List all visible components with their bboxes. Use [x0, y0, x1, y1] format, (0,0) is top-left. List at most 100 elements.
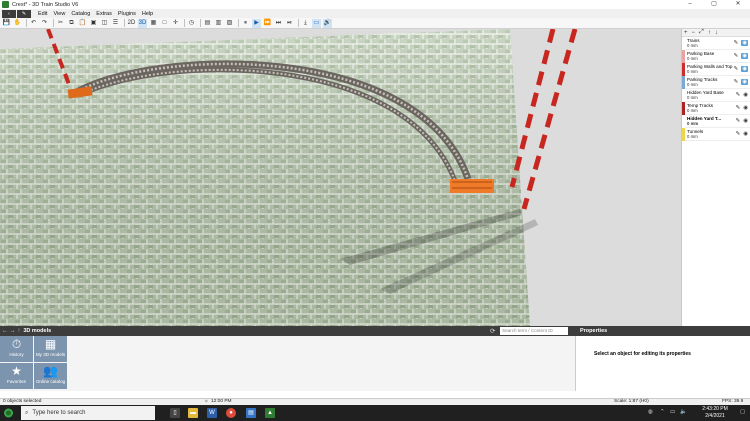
pin-icon[interactable]: ✎: [734, 53, 739, 59]
menu-nav: ‹ ✎: [2, 9, 31, 18]
taskbar-search-input[interactable]: ⌕ Type here to search: [21, 406, 155, 420]
move-down-icon[interactable]: ↓: [715, 30, 718, 36]
menu-view[interactable]: View: [50, 11, 68, 17]
chrome-icon[interactable]: ●: [226, 408, 236, 418]
move-up-icon[interactable]: ↑: [708, 30, 711, 36]
pin-icon[interactable]: ✎: [736, 131, 741, 137]
menu-catalog[interactable]: Catalog: [68, 11, 93, 17]
terrain-icon[interactable]: ▥: [214, 19, 223, 28]
layer-row[interactable]: Parking Base 0 mm ✎ ◉: [682, 50, 750, 63]
menu-extras[interactable]: Extras: [93, 11, 115, 17]
layer-row[interactable]: Hidden Yard T... 0 mm ✎ ◉: [682, 115, 750, 128]
view-2d-button[interactable]: 2D: [127, 19, 136, 28]
paste-icon[interactable]: 📋: [78, 19, 87, 28]
start-icon[interactable]: [2, 408, 15, 418]
cut-icon[interactable]: ✂: [56, 19, 65, 28]
word-icon[interactable]: W: [207, 408, 217, 418]
catalog-tile-my-models[interactable]: ▦ My 3D models: [34, 336, 67, 362]
play-icon[interactable]: ▶: [252, 18, 261, 28]
menu-edit[interactable]: Edit: [35, 11, 50, 17]
visibility-eye-icon[interactable]: ◉: [743, 105, 748, 111]
crosshair-icon[interactable]: ✛: [171, 19, 180, 28]
skip-icon[interactable]: ⏭: [274, 19, 283, 28]
catalog-tile-online[interactable]: 👥 Online catalog: [34, 363, 67, 389]
title-bar: Crest* - 3D Train Studio V6 – ▢ ✕: [0, 0, 750, 9]
back-button[interactable]: ‹: [2, 9, 16, 18]
catalog-search-input[interactable]: Search term / Content ID: [500, 327, 568, 335]
layer-row[interactable]: Trains 0 mm ✎ ◉: [682, 37, 750, 50]
visibility-eye-icon[interactable]: ◉: [743, 131, 748, 137]
grid-icon[interactable]: ▦: [149, 19, 158, 28]
train-studio-taskbar-icon[interactable]: ▲: [265, 408, 275, 418]
menu-plugins[interactable]: Plugins: [115, 11, 139, 17]
notification-icon[interactable]: ▢: [740, 409, 745, 415]
layout-icon[interactable]: ▤: [203, 19, 212, 28]
view-3d-button[interactable]: 3D: [138, 18, 147, 28]
layer-actions: ✎ ◉: [734, 79, 748, 85]
3d-viewport[interactable]: [0, 29, 681, 326]
redo-icon[interactable]: ↷: [40, 19, 49, 28]
copy-icon[interactable]: ⧉: [67, 19, 76, 28]
maximize-button[interactable]: ▢: [702, 0, 726, 9]
file-explorer-icon[interactable]: ▬: [188, 408, 198, 418]
calculator-icon[interactable]: ▤: [246, 408, 256, 418]
layer-row[interactable]: Hidden Yard Base 0 mm ✎ ◉: [682, 89, 750, 102]
fast-forward-icon[interactable]: ⏩: [263, 19, 272, 28]
add-layer-icon[interactable]: +: [684, 30, 688, 36]
catalog-tile-favorites[interactable]: ★ Favorites: [0, 363, 33, 389]
catalog-tile-label: Favorites: [7, 379, 26, 384]
visibility-eye-icon[interactable]: ◉: [743, 118, 748, 124]
ungroup-icon[interactable]: ◫: [100, 19, 109, 28]
clock-icon[interactable]: ◷: [187, 19, 196, 28]
layer-color-swatch: [682, 128, 685, 141]
refresh-icon[interactable]: ⟳: [490, 327, 495, 335]
edit-mode-button[interactable]: ✎: [17, 9, 31, 18]
undo-icon[interactable]: ↶: [29, 19, 38, 28]
pin-icon[interactable]: ✎: [736, 105, 741, 111]
taskbar-clock[interactable]: 2:43:20 PM 2/4/2021: [695, 406, 735, 420]
box-icon[interactable]: □: [160, 19, 169, 28]
sound-icon[interactable]: 🔊: [323, 18, 332, 28]
remove-layer-icon[interactable]: −: [692, 30, 696, 36]
expand-icon[interactable]: ⤢: [699, 29, 704, 36]
layer-actions: ✎ ◉: [736, 92, 748, 98]
list-icon[interactable]: ☰: [111, 19, 120, 28]
close-button[interactable]: ✕: [726, 0, 750, 9]
skip-end-icon[interactable]: ⏯: [285, 19, 294, 28]
grid-icon: ▦: [44, 337, 57, 351]
visibility-eye-icon[interactable]: ◉: [743, 92, 748, 98]
tray-volume-icon[interactable]: 🔈: [680, 409, 687, 415]
layer-actions: ✎ ◉: [736, 105, 748, 111]
visibility-eye-icon[interactable]: ◉: [741, 66, 748, 72]
layer-row[interactable]: Temp Tracks 0 mm ✎ ◉: [682, 102, 750, 115]
save-icon[interactable]: 💾: [2, 19, 11, 28]
layer-row[interactable]: Parking Walls and Top 0 mm ✎ ◉: [682, 63, 750, 76]
pause-icon[interactable]: ⏸: [241, 19, 250, 28]
tray-chevron-icon[interactable]: ⌃: [660, 409, 665, 415]
layer-row[interactable]: Parking Tracks 0 mm ✎ ◉: [682, 76, 750, 89]
minimize-button[interactable]: –: [678, 0, 702, 9]
task-view-icon[interactable]: ▯: [170, 408, 180, 418]
visibility-eye-icon[interactable]: ◉: [741, 40, 748, 46]
layer-row[interactable]: Tunnels 0 mm ✎ ◉: [682, 128, 750, 141]
catalog-tile-history[interactable]: ⏱ History: [0, 336, 33, 362]
visibility-eye-icon[interactable]: ◉: [741, 79, 748, 85]
pin-icon[interactable]: ✎: [734, 40, 739, 46]
group-icon[interactable]: ▣: [89, 19, 98, 28]
image-icon[interactable]: ▧: [225, 19, 234, 28]
visibility-eye-icon[interactable]: ◉: [741, 53, 748, 59]
download-icon[interactable]: ⤓: [301, 19, 310, 28]
pin-icon[interactable]: ✎: [734, 66, 739, 72]
catalog-nav-icon[interactable]: ← → ↑: [2, 328, 20, 334]
catalog-tile-label: Online catalog: [35, 379, 66, 384]
signal-panel-icon[interactable]: ▭: [312, 18, 321, 28]
menu-help[interactable]: Help: [139, 11, 156, 17]
pin-icon[interactable]: ✎: [736, 92, 741, 98]
taskbar-search-placeholder: Type here to search: [32, 410, 86, 416]
window-controls: – ▢ ✕: [678, 0, 750, 9]
pin-icon[interactable]: ✎: [734, 79, 739, 85]
hand-icon[interactable]: ✋: [13, 19, 22, 28]
tray-status-icon[interactable]: ◍: [648, 409, 653, 415]
tray-network-icon[interactable]: ▭: [670, 409, 675, 415]
pin-icon[interactable]: ✎: [736, 118, 741, 124]
